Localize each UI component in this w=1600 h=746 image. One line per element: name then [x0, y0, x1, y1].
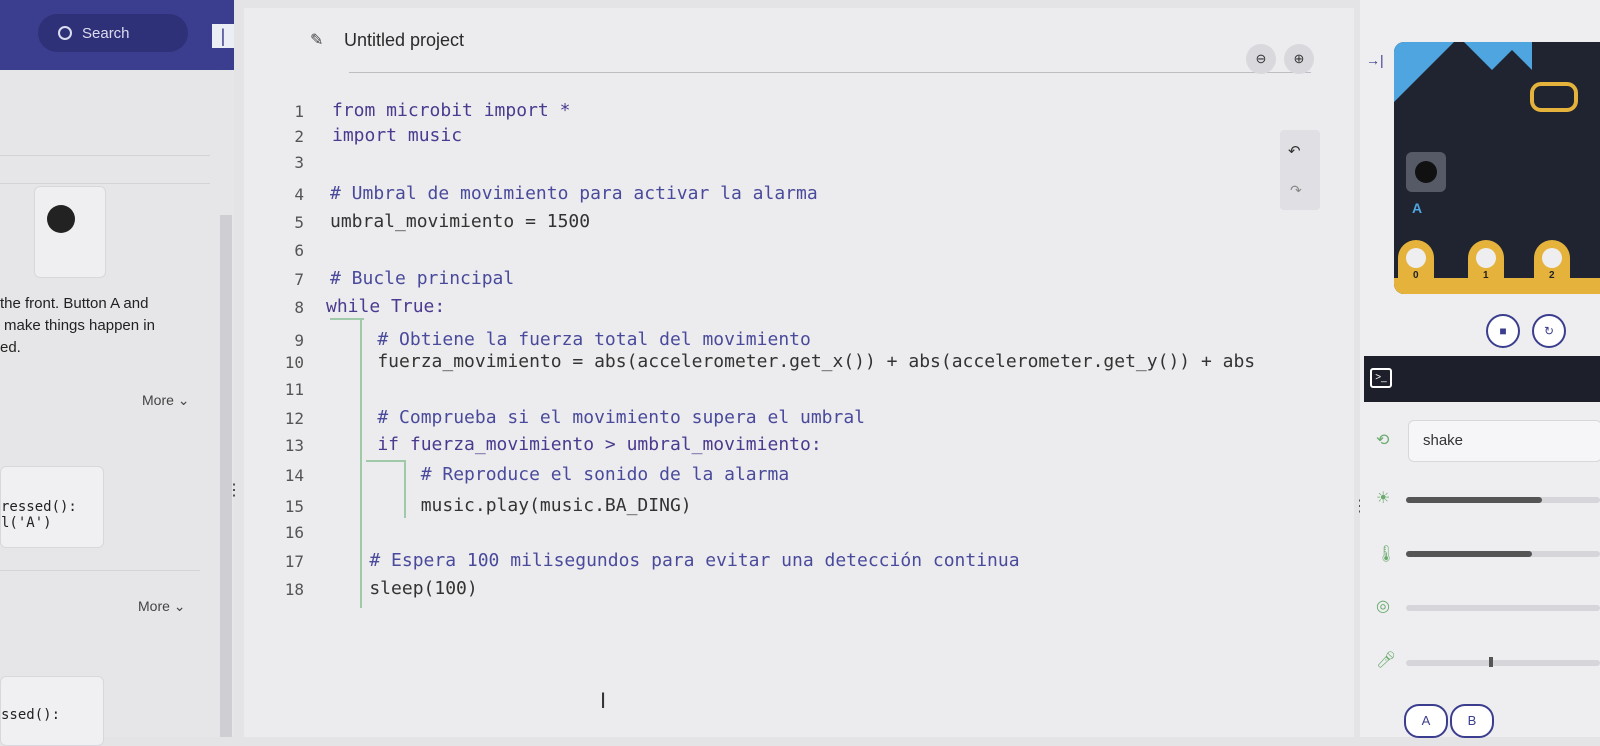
line-number: 8	[294, 298, 304, 317]
line-number: 16	[284, 523, 304, 542]
terminal-icon[interactable]: >_	[1370, 368, 1392, 388]
resize-handle-icon[interactable]: ⋮	[226, 480, 242, 500]
reference-text-line: ed.	[0, 339, 21, 356]
code-snippet[interactable]: ssed():	[0, 676, 104, 746]
serial-bar[interactable]	[1364, 356, 1600, 402]
line-number: 18	[284, 580, 304, 599]
code-line[interactable]: from microbit import *	[332, 100, 570, 121]
microbit-logo-icon[interactable]	[1530, 82, 1578, 112]
temperature-icon: 🌡︎	[1376, 546, 1397, 563]
board-button-a-label: A	[1412, 200, 1423, 216]
button-b[interactable]: B	[1450, 704, 1494, 738]
snippet-line: ssed():	[1, 707, 61, 723]
line-number: 17	[284, 552, 304, 571]
code-line[interactable]: # Reproduce el sonido de la alarma	[334, 464, 789, 485]
code-line[interactable]: # Comprueba si el movimiento supera el u…	[334, 407, 865, 428]
search-button[interactable]: Search	[38, 14, 188, 52]
line-number: 6	[294, 241, 304, 260]
light-icon: ☀	[1376, 490, 1391, 507]
divider	[0, 570, 200, 571]
line-number: 11	[284, 380, 304, 399]
code-line[interactable]: fuerza_movimiento = abs(accelerometer.ge…	[334, 351, 1255, 372]
code-line[interactable]: sleep(100)	[326, 578, 477, 599]
text-cursor-icon: I	[600, 688, 607, 713]
line-number: 3	[294, 153, 304, 172]
line-number: 5	[294, 213, 304, 232]
collapse-sidebar-button[interactable]: |←	[212, 24, 234, 70]
microbit-board[interactable]: A 0 1 2	[1394, 42, 1600, 294]
reference-text-line: make things happen in	[4, 317, 155, 334]
indent-guide	[366, 460, 406, 462]
code-line[interactable]: # Bucle principal	[330, 268, 514, 289]
code-line[interactable]: # Espera 100 milisegundos para evitar un…	[326, 550, 1019, 571]
compass-slider[interactable]	[1406, 605, 1600, 611]
microphone-icon: 🎤︎	[1376, 652, 1397, 669]
search-label: Search	[82, 24, 130, 42]
restart-button[interactable]: ↻	[1532, 314, 1566, 348]
code-line[interactable]: if fuerza_movimiento > umbral_movimiento…	[334, 434, 821, 455]
board-decoration	[1394, 42, 1454, 102]
project-title[interactable]: Untitled project	[344, 30, 464, 51]
code-line[interactable]: while True:	[326, 296, 445, 317]
sidebar-scrollbar[interactable]	[220, 215, 232, 737]
snippet-line: ressed():	[1, 499, 77, 515]
line-number: 13	[284, 436, 304, 455]
gesture-select[interactable]: shake	[1408, 420, 1600, 462]
code-snippet[interactable]: ressed(): l('A')	[0, 466, 104, 548]
pin-label: 0	[1413, 270, 1419, 281]
zoom-out-icon: ⊖	[1255, 51, 1267, 66]
more-button[interactable]: More ⌄	[142, 392, 190, 409]
reference-text-line: the front. Button A and	[0, 295, 149, 312]
divider	[0, 183, 210, 184]
button-dot-icon	[47, 205, 75, 233]
snippet-line: l('A')	[1, 515, 52, 531]
line-number: 15	[284, 497, 304, 516]
temperature-slider-fill	[1406, 551, 1532, 557]
more-button[interactable]: More ⌄	[138, 598, 186, 615]
collapse-simulator-button[interactable]: →|	[1366, 52, 1384, 68]
edit-pencil-icon[interactable]: ✎	[310, 30, 323, 50]
line-number: 12	[284, 409, 304, 428]
line-number: 10	[284, 353, 304, 372]
compass-icon: ◎	[1376, 598, 1390, 615]
redo-button[interactable]: ↷	[1290, 182, 1302, 199]
sound-slider-thumb[interactable]	[1489, 657, 1493, 667]
code-line[interactable]: import music	[332, 125, 462, 146]
board-decoration	[1504, 42, 1532, 70]
line-number: 7	[294, 270, 304, 289]
stop-button[interactable]: ■	[1486, 314, 1520, 348]
line-number: 9	[294, 331, 304, 350]
button-image	[34, 186, 106, 278]
gesture-icon: ⟲	[1376, 432, 1390, 449]
sound-slider[interactable]	[1406, 660, 1600, 666]
code-line[interactable]: music.play(music.BA_DING)	[334, 495, 692, 516]
zoom-in-icon: ⊕	[1293, 51, 1305, 66]
zoom-out-button[interactable]: ⊖	[1246, 44, 1276, 74]
zoom-in-button[interactable]: ⊕	[1284, 44, 1314, 74]
gesture-value: shake	[1423, 432, 1464, 449]
line-number: 4	[294, 185, 304, 204]
indent-guide	[330, 318, 364, 320]
line-number: 14	[284, 466, 304, 485]
light-slider-fill	[1406, 497, 1542, 503]
code-line[interactable]: # Obtiene la fuerza total del movimiento	[334, 329, 810, 350]
line-number: 2	[294, 127, 304, 146]
divider	[0, 155, 210, 156]
sidebar	[0, 0, 234, 737]
pin-label: 2	[1549, 270, 1555, 281]
code-line[interactable]: umbral_movimiento = 1500	[330, 211, 590, 232]
undo-button[interactable]: ↶	[1288, 142, 1301, 160]
line-number: 1	[294, 102, 304, 121]
button-a[interactable]: A	[1404, 704, 1448, 738]
board-button-a[interactable]	[1406, 152, 1446, 192]
code-line[interactable]: # Umbral de movimiento para activar la a…	[330, 183, 818, 204]
title-underline	[349, 72, 1311, 73]
pin-label: 1	[1483, 270, 1489, 281]
search-icon	[58, 26, 72, 40]
